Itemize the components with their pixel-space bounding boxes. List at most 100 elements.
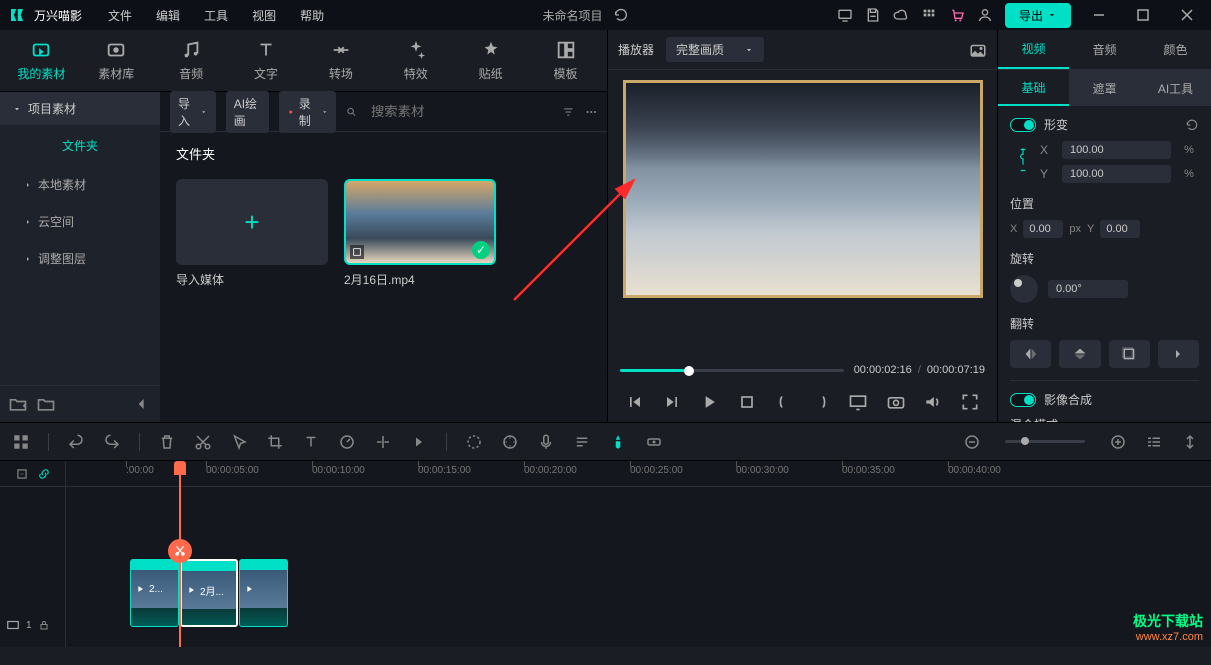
expand-icon[interactable]	[1181, 433, 1199, 451]
save-icon[interactable]	[865, 7, 881, 23]
scale-x-input[interactable]: 100.00	[1062, 141, 1171, 159]
menu-file[interactable]: 文件	[98, 7, 142, 24]
menu-tools[interactable]: 工具	[194, 7, 238, 24]
more-tools-icon[interactable]	[410, 433, 428, 451]
search-input[interactable]	[367, 100, 552, 123]
menu-help[interactable]: 帮助	[290, 7, 334, 24]
delete-icon[interactable]	[158, 433, 176, 451]
mark-in-icon[interactable]	[774, 392, 794, 412]
reset-icon[interactable]	[1185, 118, 1199, 132]
keyframe-icon[interactable]	[645, 433, 663, 451]
sidebar-project-media[interactable]: 项目素材	[0, 92, 160, 125]
tab-stock[interactable]: 素材库	[79, 39, 154, 82]
minimize-button[interactable]	[1083, 4, 1115, 26]
media-clip-thumb[interactable]: ✓	[344, 179, 496, 265]
subtab-mask[interactable]: 遮罩	[1069, 70, 1140, 106]
pos-y-input[interactable]: 0.00	[1100, 220, 1140, 238]
play-icon[interactable]	[699, 392, 719, 412]
close-button[interactable]	[1171, 4, 1203, 26]
flip-more-button[interactable]	[1158, 340, 1199, 368]
view-mode-icon[interactable]	[1145, 433, 1163, 451]
apps-icon[interactable]	[921, 7, 937, 23]
prev-frame-icon[interactable]	[625, 392, 645, 412]
timeline-playhead[interactable]	[179, 461, 181, 647]
zoom-slider[interactable]	[1005, 440, 1085, 443]
sidebar-local-media[interactable]: 本地素材	[0, 166, 160, 203]
tab-video[interactable]: 视频	[998, 30, 1069, 69]
tab-color[interactable]: 颜色	[1140, 30, 1211, 69]
crop-icon[interactable]	[266, 433, 284, 451]
cloud-icon[interactable]	[893, 7, 909, 23]
tab-audio[interactable]: 音频	[154, 39, 229, 82]
sidebar-cloud[interactable]: 云空间	[0, 203, 160, 240]
volume-icon[interactable]	[923, 392, 943, 412]
zoom-out-icon[interactable]	[963, 433, 981, 451]
export-button[interactable]: 导出	[1005, 3, 1071, 28]
rotation-dial[interactable]	[1010, 275, 1038, 303]
tab-audio-props[interactable]: 音频	[1069, 30, 1140, 69]
menu-view[interactable]: 视图	[242, 7, 286, 24]
undo-icon[interactable]	[67, 433, 85, 451]
scale-y-input[interactable]: 100.00	[1062, 165, 1171, 183]
record-button[interactable]: 录制	[279, 91, 336, 133]
snap-icon[interactable]	[15, 467, 29, 481]
subtitle-icon[interactable]	[573, 433, 591, 451]
fullscreen-icon[interactable]	[960, 392, 980, 412]
flip-both-button[interactable]	[1109, 340, 1150, 368]
timeline-clip-3[interactable]	[239, 559, 288, 627]
flip-vertical-button[interactable]	[1059, 340, 1100, 368]
sidebar-folder[interactable]: 文件夹	[0, 125, 160, 166]
user-icon[interactable]	[977, 7, 993, 23]
tab-effects[interactable]: 特效	[378, 39, 453, 82]
split-icon[interactable]	[374, 433, 392, 451]
more-icon[interactable]	[585, 104, 598, 120]
import-media-button[interactable]: +	[176, 179, 328, 265]
sidebar-adjust-layer[interactable]: 调整图层	[0, 240, 160, 277]
marker-icon[interactable]	[609, 433, 627, 451]
tab-text[interactable]: 文字	[229, 39, 304, 82]
cut-icon[interactable]	[194, 433, 212, 451]
tab-transition[interactable]: 转场	[304, 39, 379, 82]
adjust-icon[interactable]	[501, 433, 519, 451]
import-button[interactable]: 导入	[170, 91, 216, 133]
preview-video[interactable]	[608, 70, 997, 358]
pointer-icon[interactable]	[230, 433, 248, 451]
mic-icon[interactable]	[537, 433, 555, 451]
timeline-main[interactable]: :00:00 00:00:05:00 00:00:10:00 00:00:15:…	[66, 461, 1211, 647]
lock-icon[interactable]	[38, 619, 50, 631]
new-folder-icon[interactable]	[8, 394, 28, 414]
cart-icon[interactable]	[949, 7, 965, 23]
tab-my-media[interactable]: 我的素材	[4, 39, 79, 82]
filter-icon[interactable]	[562, 104, 575, 120]
snapshot-icon[interactable]	[969, 41, 987, 59]
mark-out-icon[interactable]	[811, 392, 831, 412]
redo-icon[interactable]	[103, 433, 121, 451]
composite-toggle[interactable]	[1010, 393, 1036, 407]
tab-templates[interactable]: 模板	[528, 39, 603, 82]
link-clips-icon[interactable]	[37, 467, 51, 481]
transform-toggle[interactable]	[1010, 118, 1036, 132]
timeline-clip-2[interactable]: 2月...	[180, 559, 238, 627]
folder-icon[interactable]	[36, 394, 56, 414]
collapse-icon[interactable]	[132, 394, 152, 414]
device-icon[interactable]	[837, 7, 853, 23]
progress-bar[interactable]	[620, 369, 844, 372]
pos-x-input[interactable]: 0.00	[1023, 220, 1063, 238]
ai-draw-button[interactable]: AI绘画	[226, 91, 270, 133]
scissor-icon[interactable]	[168, 539, 192, 563]
text-tool-icon[interactable]	[302, 433, 320, 451]
flip-horizontal-button[interactable]	[1010, 340, 1051, 368]
layout-icon[interactable]	[12, 433, 30, 451]
menu-edit[interactable]: 编辑	[146, 7, 190, 24]
quality-select[interactable]: 完整画质	[666, 37, 764, 62]
refresh-icon[interactable]	[613, 7, 629, 23]
subtab-basic[interactable]: 基础	[998, 70, 1069, 106]
rotation-input[interactable]: 0.00°	[1048, 280, 1128, 298]
maximize-button[interactable]	[1127, 4, 1159, 26]
speed-icon[interactable]	[338, 433, 356, 451]
next-frame-icon[interactable]	[662, 392, 682, 412]
tab-stickers[interactable]: 贴纸	[453, 39, 528, 82]
timeline-clip-1[interactable]: 2...	[130, 559, 179, 627]
stop-icon[interactable]	[737, 392, 757, 412]
display-icon[interactable]	[848, 392, 868, 412]
